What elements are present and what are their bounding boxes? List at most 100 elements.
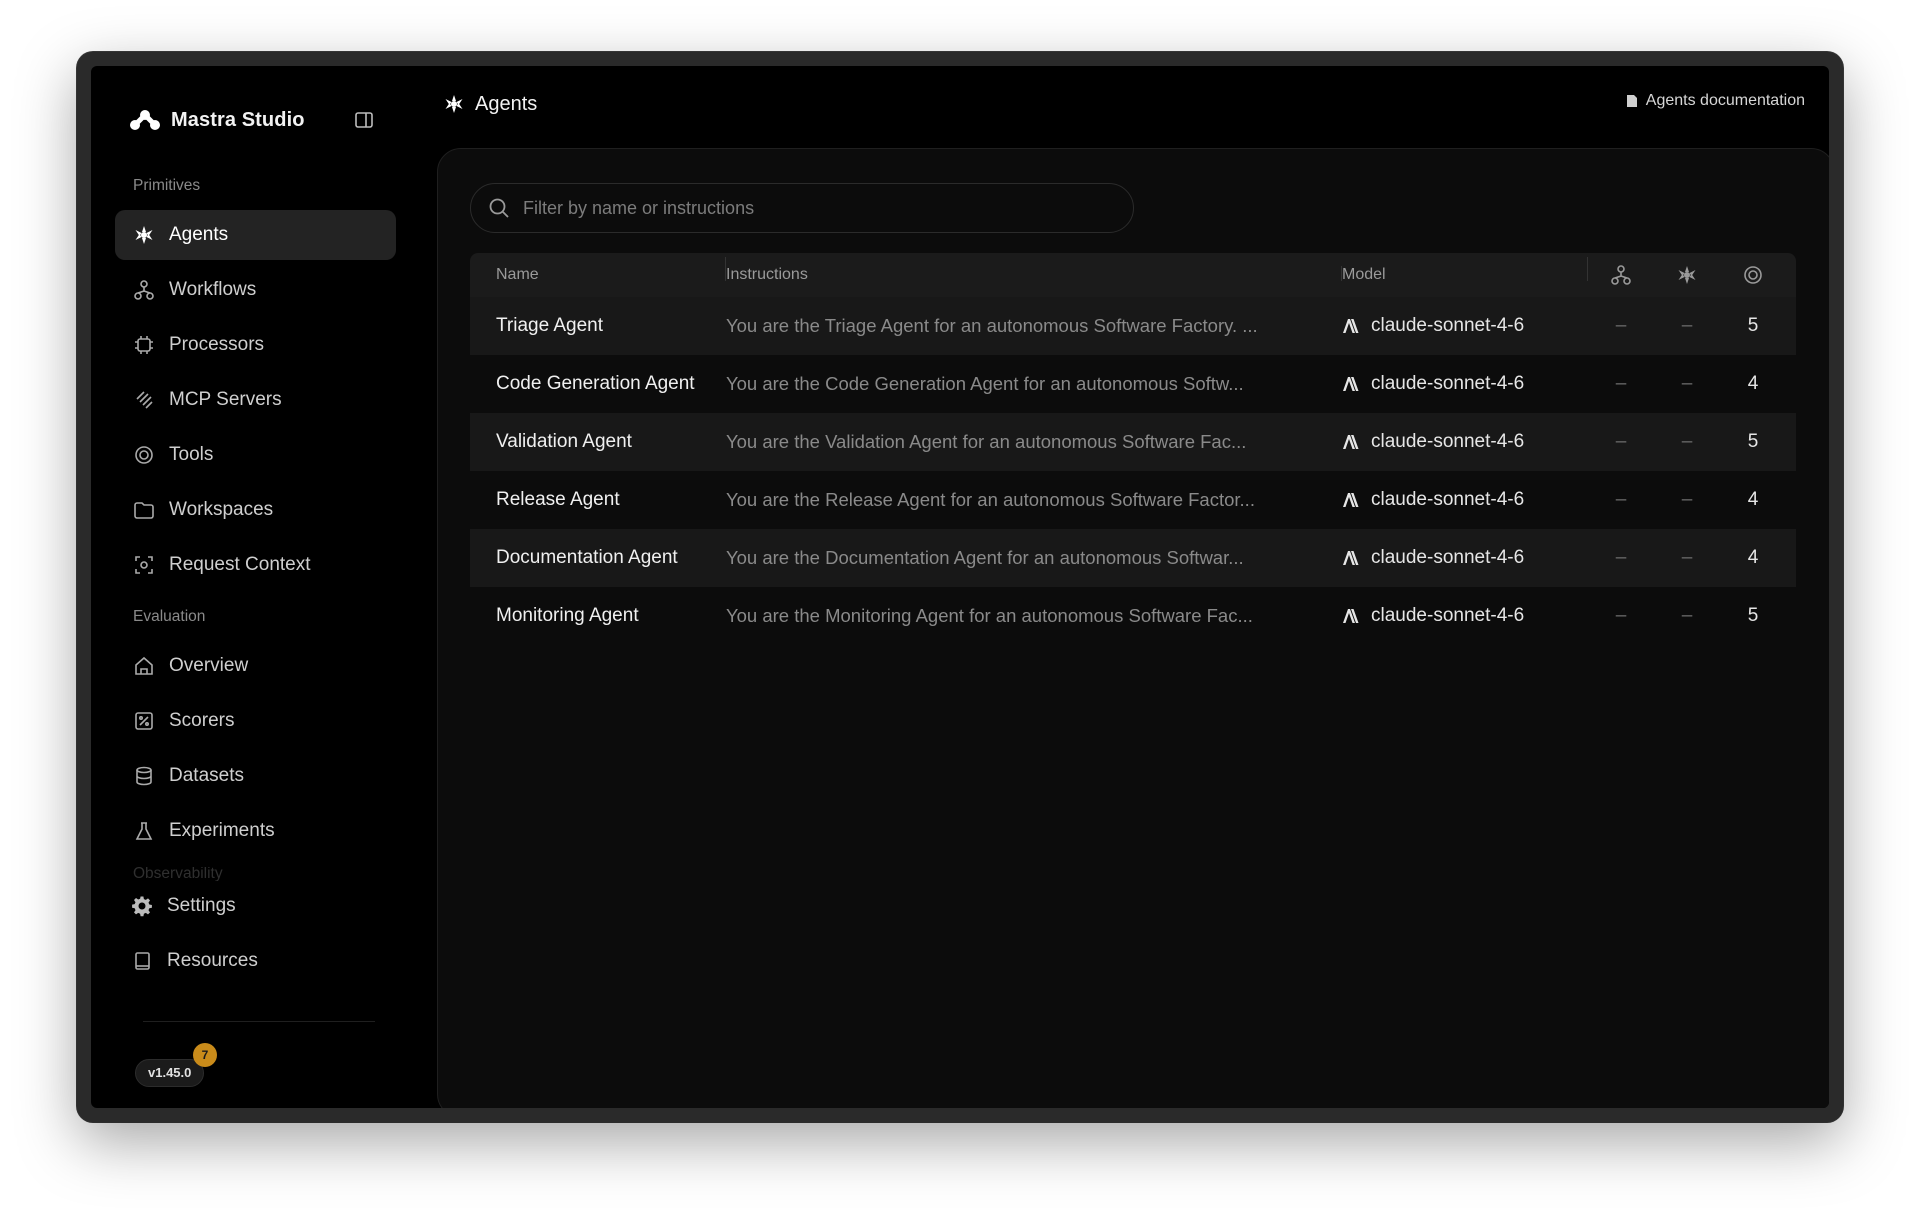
agent-name[interactable]: Validation Agent [470,431,726,453]
sidebar-item-label: Settings [167,895,236,916]
table-row[interactable]: Documentation Agent You are the Document… [470,529,1796,587]
anthropic-icon [1343,493,1359,507]
sidebar-item-label: Tools [169,444,214,465]
sidebar-item-label: Scorers [169,710,235,731]
tools-count: 4 [1747,547,1759,568]
doc-link-label: Agents documentation [1645,92,1805,109]
agent-name[interactable]: Documentation Agent [470,547,726,569]
sidebar-item-label: MCP Servers [169,389,282,410]
section-label-observability: Observability [133,867,223,881]
sidebar-item-tools[interactable]: Tools [115,430,396,480]
update-count-badge: 7 [193,1043,217,1067]
agents-count: – [1681,373,1693,394]
table-row[interactable]: Triage Agent You are the Triage Agent fo… [470,297,1796,355]
sidebar-item-label: Datasets [169,765,244,786]
page-title: Agents [475,92,538,115]
agent-instructions: You are the Monitoring Agent for an auto… [726,605,1253,626]
table-row[interactable]: Release Agent You are the Release Agent … [470,471,1796,529]
table-header: Name Instructions Model [470,253,1796,297]
column-header-tools[interactable] [1720,264,1786,286]
sidebar-item-workflows[interactable]: Workflows [115,265,396,315]
sidebar-item-label: Workspaces [169,499,274,520]
agents-panel: Name Instructions Model [437,148,1829,1108]
request-context-icon [133,554,155,576]
search-field[interactable] [470,183,1134,233]
top-bar: Agents [423,72,1829,136]
flask-icon [133,820,155,842]
agent-name[interactable]: Release Agent [470,489,726,511]
agents-count: – [1681,431,1693,452]
sidebar-item-processors[interactable]: Processors [115,320,396,370]
section-label-evaluation: Evaluation [133,608,206,625]
database-icon [133,765,155,787]
search-input[interactable] [523,197,1123,219]
tools-count: 5 [1747,315,1759,336]
workflows-icon [133,279,155,301]
sidebar-item-workspaces[interactable]: Workspaces [115,485,396,535]
sidebar-item-label: Experiments [169,820,275,841]
sidebar-item-agents[interactable]: Agents [115,210,396,260]
agents-icon [133,224,155,246]
workflows-count: – [1615,489,1627,510]
search-icon [489,198,509,218]
table-row[interactable]: Code Generation Agent You are the Code G… [470,355,1796,413]
agent-instructions: You are the Documentation Agent for an a… [726,547,1244,568]
agents-table: Name Instructions Model Triage Agent You… [470,253,1796,645]
agent-model: claude-sonnet-4-6 [1342,315,1588,337]
anthropic-icon [1343,609,1359,623]
workflows-count: – [1615,373,1627,394]
sidebar-item-label: Agents [169,224,229,245]
sidebar-item-datasets[interactable]: Datasets [115,751,396,801]
sidebar-item-overview[interactable]: Overview [115,641,396,691]
agent-name[interactable]: Monitoring Agent [470,605,726,627]
scorers-icon [133,710,155,732]
sidebar-item-experiments[interactable]: Experiments [115,806,396,856]
agent-instructions: You are the Triage Agent for an autonomo… [726,315,1258,336]
sidebar-divider [143,1021,375,1022]
device-frame: Mastra Studio Primitives Agents Workflow… [77,52,1843,1122]
workflows-count: – [1615,547,1627,568]
tools-count: 5 [1747,431,1759,452]
home-icon [133,655,155,677]
agents-count: – [1681,489,1693,510]
column-header-workflows[interactable] [1588,264,1654,286]
table-row[interactable]: Validation Agent You are the Validation … [470,413,1796,471]
anthropic-icon [1343,319,1359,333]
section-label-primitives: Primitives [133,177,201,194]
table-row[interactable]: Monitoring Agent You are the Monitoring … [470,587,1796,645]
sidebar-item-scorers[interactable]: Scorers [115,696,396,746]
column-header-instructions[interactable]: Instructions [726,266,1342,284]
agent-name[interactable]: Code Generation Agent [470,373,726,395]
agent-name[interactable]: Triage Agent [470,315,726,337]
workflows-count: – [1615,605,1627,626]
sidebar-item-label: Resources [167,950,258,971]
mcp-servers-icon [133,389,155,411]
main-content: Agents Agents documentation Name Instruc… [423,66,1829,1108]
processors-icon [133,334,155,356]
sidebar-item-mcp-servers[interactable]: MCP Servers [115,375,396,425]
column-header-name[interactable]: Name [470,257,726,284]
document-icon [1626,95,1637,107]
version-badge[interactable]: v1.45.0 [135,1059,205,1087]
agents-count: – [1681,547,1693,568]
agents-icon [443,93,465,115]
tools-count: 4 [1747,489,1759,510]
sidebar-toggle-icon[interactable] [354,110,374,130]
anthropic-icon [1343,551,1359,565]
sidebar-item-label: Processors [169,334,265,355]
agents-icon [1678,266,1696,284]
agent-instructions: You are the Validation Agent for an auto… [726,431,1247,452]
tools-count: 4 [1747,373,1759,394]
anthropic-icon [1343,377,1359,391]
agents-documentation-link[interactable]: Agents documentation [1626,92,1805,110]
brand-name: Mastra Studio [171,108,305,131]
mastra-logo-icon [130,110,160,130]
column-header-agents[interactable] [1654,264,1720,286]
sidebar-item-settings[interactable]: Settings [115,881,396,931]
tools-count: 5 [1747,605,1759,626]
sidebar-item-request-context[interactable]: Request Context [115,540,396,590]
agent-model: claude-sonnet-4-6 [1342,547,1588,569]
sidebar-item-resources[interactable]: Resources [115,936,396,986]
tools-icon [1744,266,1762,284]
column-header-model[interactable]: Model [1342,257,1588,284]
